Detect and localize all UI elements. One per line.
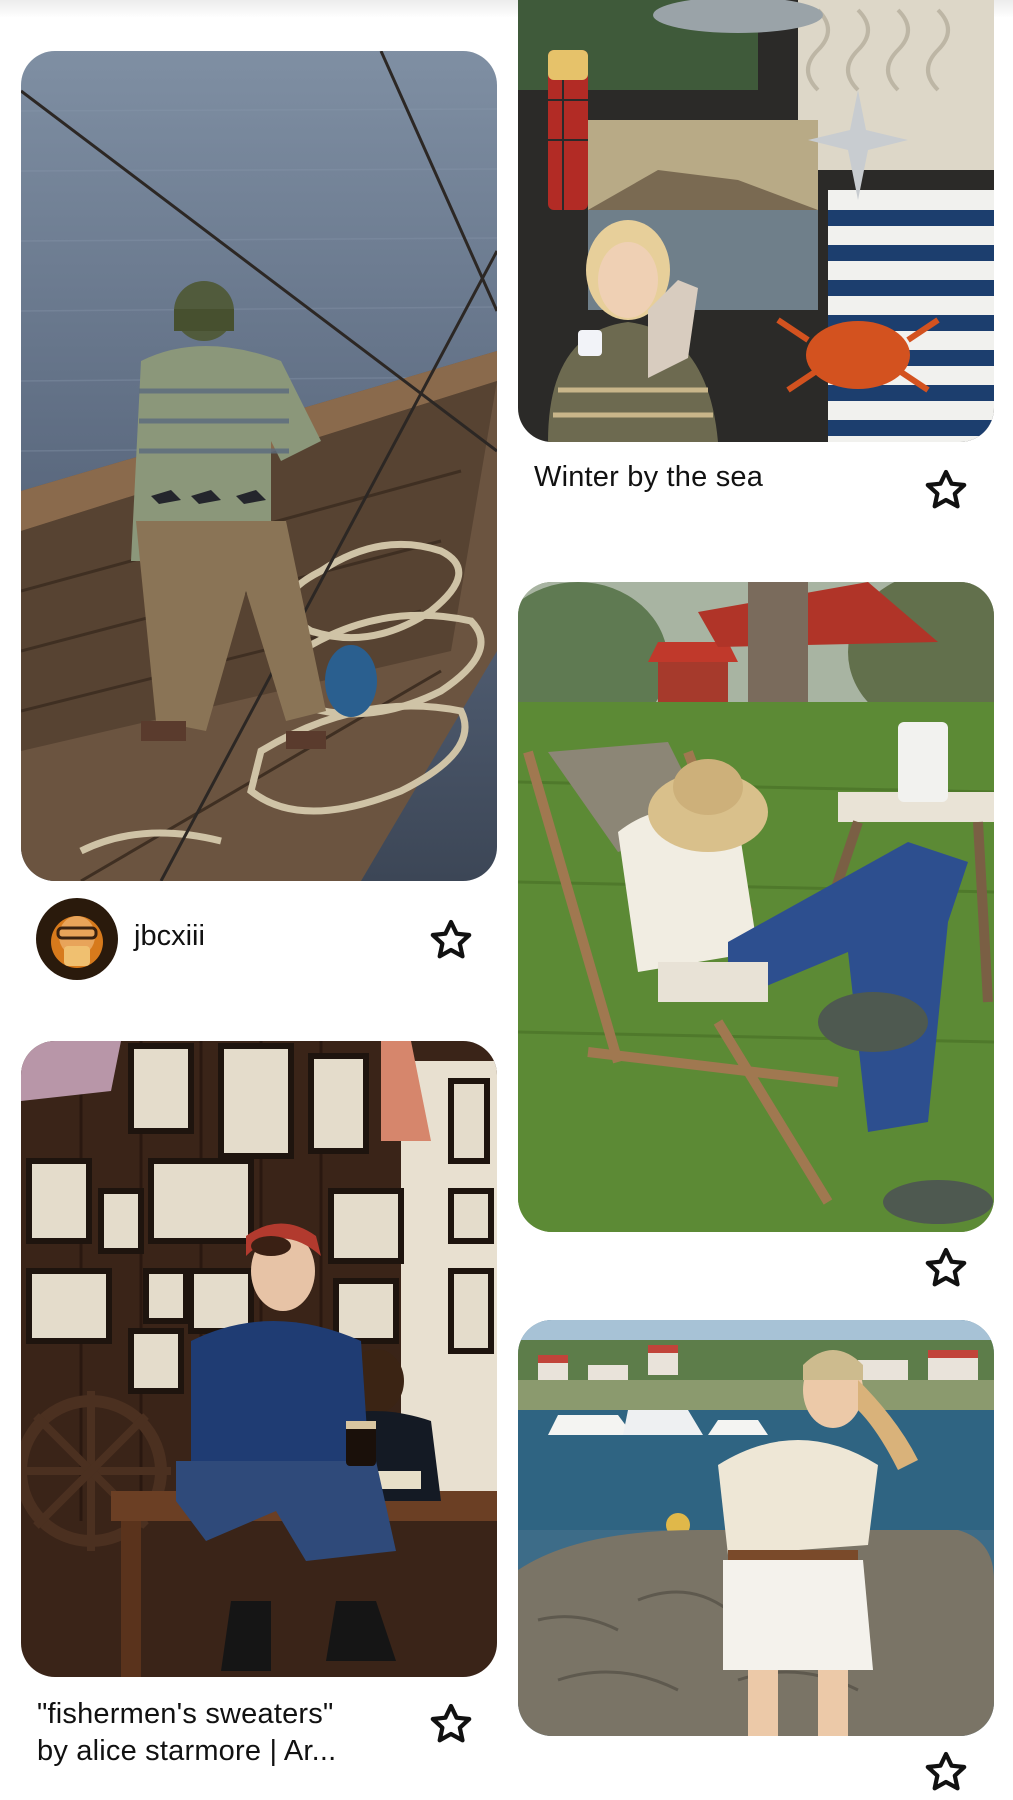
caption-line-2: by alice starmore | Ar... xyxy=(37,1735,337,1767)
pin-image-boat[interactable] xyxy=(21,51,497,881)
save-star-icon[interactable] xyxy=(428,917,474,963)
caption-line-1: "fishermen's sweaters" xyxy=(37,1698,334,1730)
pin-caption-winter: Winter by the sea xyxy=(534,461,764,493)
pin-image-winter-collage[interactable] xyxy=(518,0,994,442)
pin-image-harbor[interactable] xyxy=(518,1320,994,1736)
save-star-icon[interactable] xyxy=(923,467,969,513)
pin-image-garden[interactable] xyxy=(518,582,994,1232)
pin-image-fishermens-sweaters[interactable] xyxy=(21,1041,497,1677)
save-star-icon[interactable] xyxy=(923,1749,969,1795)
pin-author-name[interactable]: jbcxiii xyxy=(134,920,205,953)
save-star-icon[interactable] xyxy=(428,1701,474,1747)
save-star-icon[interactable] xyxy=(923,1245,969,1291)
pin-caption-fishermens-sweaters: "fishermen's sweaters" by alice starmore… xyxy=(37,1696,407,1770)
user-avatar[interactable] xyxy=(36,898,118,980)
